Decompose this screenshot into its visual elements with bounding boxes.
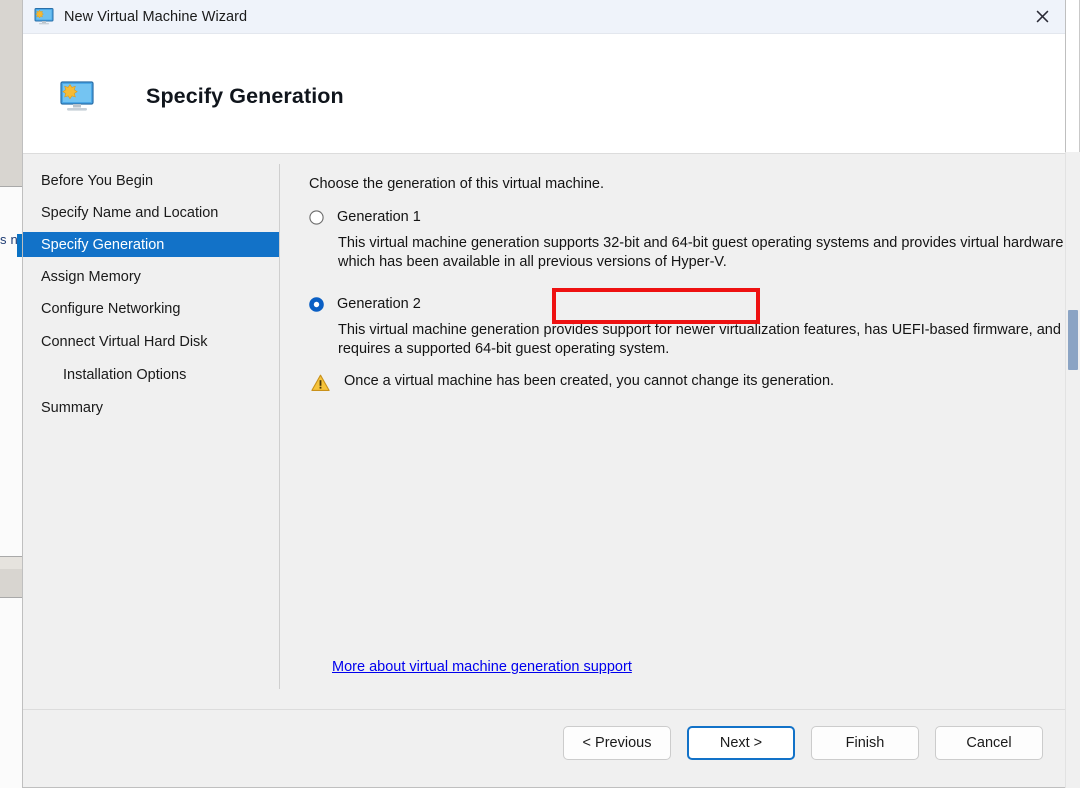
close-icon[interactable] xyxy=(1019,0,1065,33)
radio-generation-2[interactable]: Generation 2 xyxy=(309,296,421,312)
background-window-panel-top xyxy=(0,0,22,187)
sidebar-item-before-you-begin[interactable]: Before You Begin xyxy=(23,168,279,193)
radio-unselected-icon xyxy=(309,209,324,225)
finish-button[interactable]: Finish xyxy=(811,726,919,760)
sidebar-item-label: Specify Generation xyxy=(41,236,165,253)
virtual-machine-icon xyxy=(59,81,95,113)
sidebar-content-divider xyxy=(279,164,280,689)
sidebar-item-specify-generation[interactable]: Specify Generation xyxy=(23,232,279,257)
sidebar-item-label: Installation Options xyxy=(63,366,187,383)
footer-button-row: < Previous Next > Finish Cancel xyxy=(563,726,1043,760)
sidebar-item-label: Before You Begin xyxy=(41,172,154,189)
background-scrollbar[interactable] xyxy=(1065,152,1080,788)
background-window-left: s no xyxy=(0,0,25,788)
wizard-header: Specify Generation xyxy=(23,34,1065,154)
warning-text: Once a virtual machine has been created,… xyxy=(344,373,835,389)
sidebar-item-label: Specify Name and Location xyxy=(41,204,219,221)
warning-triangle-icon xyxy=(311,374,330,392)
sidebar-item-connect-virtual-hard-disk[interactable]: Connect Virtual Hard Disk xyxy=(23,329,279,354)
new-virtual-machine-wizard-dialog: New Virtual Machine Wizard Specify Gener… xyxy=(22,0,1066,788)
virtual-machine-icon xyxy=(34,8,54,25)
sidebar-item-installation-options[interactable]: Installation Options xyxy=(23,362,279,387)
radio-label: Generation 2 xyxy=(337,296,421,312)
highlight-annotation-box xyxy=(552,288,760,324)
sidebar-item-summary[interactable]: Summary xyxy=(23,395,279,420)
background-window-panel-splitter xyxy=(0,556,22,570)
sidebar-item-label: Assign Memory xyxy=(41,268,141,285)
window-title: New Virtual Machine Wizard xyxy=(64,8,248,25)
generation-warning: Once a virtual machine has been created,… xyxy=(311,373,834,392)
sidebar-item-label: Connect Virtual Hard Disk xyxy=(41,333,208,350)
sidebar-item-configure-networking[interactable]: Configure Networking xyxy=(23,296,279,321)
wizard-step-list: Before You Begin Specify Name and Locati… xyxy=(23,154,279,709)
scrollbar-thumb[interactable] xyxy=(1068,310,1078,370)
wizard-content: Choose the generation of this virtual ma… xyxy=(302,154,1065,709)
background-window-panel-bottom xyxy=(0,598,22,788)
sidebar-item-label: Configure Networking xyxy=(41,300,181,317)
cancel-button[interactable]: Cancel xyxy=(935,726,1043,760)
intro-text: Choose the generation of this virtual ma… xyxy=(309,176,605,192)
radio-generation-1[interactable]: Generation 1 xyxy=(309,209,421,225)
more-about-generation-link[interactable]: More about virtual machine generation su… xyxy=(332,659,632,675)
generation-1-description: This virtual machine generation supports… xyxy=(338,235,1064,270)
wizard-footer: < Previous Next > Finish Cancel xyxy=(23,709,1065,787)
sidebar-item-assign-memory[interactable]: Assign Memory xyxy=(23,264,279,289)
title-bar: New Virtual Machine Wizard xyxy=(23,0,1065,34)
page-title: Specify Generation xyxy=(146,84,344,108)
sidebar-item-specify-name-and-location[interactable]: Specify Name and Location xyxy=(23,200,279,225)
sidebar-item-label: Summary xyxy=(41,399,104,416)
generation-2-description: This virtual machine generation provides… xyxy=(338,322,1061,357)
background-window-panel-lower xyxy=(0,569,22,598)
radio-selected-icon xyxy=(309,296,324,312)
wizard-body: Before You Begin Specify Name and Locati… xyxy=(23,154,1065,709)
radio-label: Generation 1 xyxy=(337,209,421,225)
previous-button[interactable]: < Previous xyxy=(563,726,671,760)
next-button[interactable]: Next > xyxy=(687,726,795,760)
